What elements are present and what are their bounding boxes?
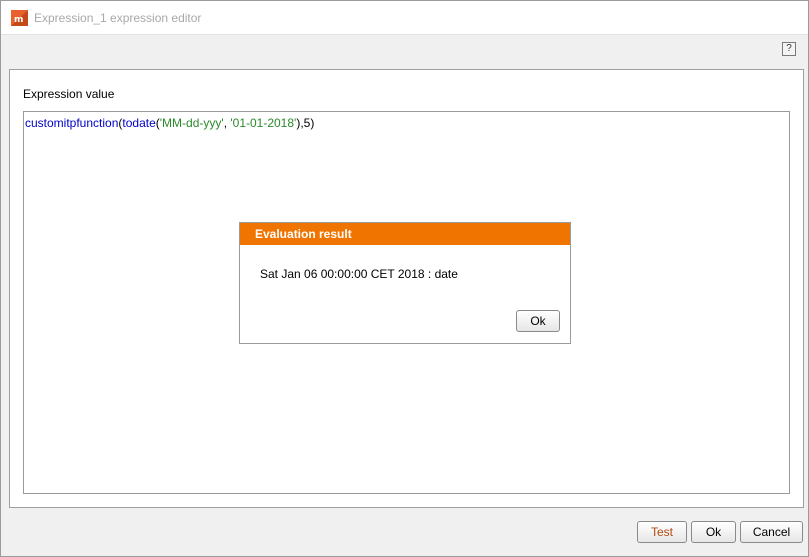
code-token: todate	[122, 116, 156, 130]
test-button[interactable]: Test	[637, 521, 687, 543]
expression-value-label: Expression value	[23, 87, 115, 101]
code-token: )	[310, 116, 315, 130]
code-token: '01-01-2018'	[230, 116, 297, 130]
evaluation-result-message: Sat Jan 06 00:00:00 CET 2018 : date	[260, 267, 458, 281]
code-token: 'MM-dd-yyy'	[159, 116, 224, 130]
app-logo-icon: m	[11, 10, 28, 26]
title-bar: m Expression_1 expression editor	[1, 1, 808, 35]
cancel-button[interactable]: Cancel	[740, 521, 803, 543]
dialog-ok-button[interactable]: Ok	[516, 310, 560, 332]
evaluation-result-dialog: Evaluation result Sat Jan 06 00:00:00 CE…	[239, 222, 571, 344]
code-token: ),	[296, 116, 304, 130]
ok-button[interactable]: Ok	[691, 521, 736, 543]
window-title: Expression_1 expression editor	[34, 11, 202, 25]
expression-code-line: customitpfunction(todate('MM-dd-yyy', '0…	[25, 116, 314, 130]
svg-text:m: m	[14, 15, 23, 25]
code-token: customitpfunction	[25, 116, 119, 130]
expression-editor-window: m Expression_1 expression editor ? Expre…	[0, 0, 809, 557]
help-button[interactable]: ?	[782, 42, 796, 56]
dialog-title: Evaluation result	[240, 223, 570, 245]
